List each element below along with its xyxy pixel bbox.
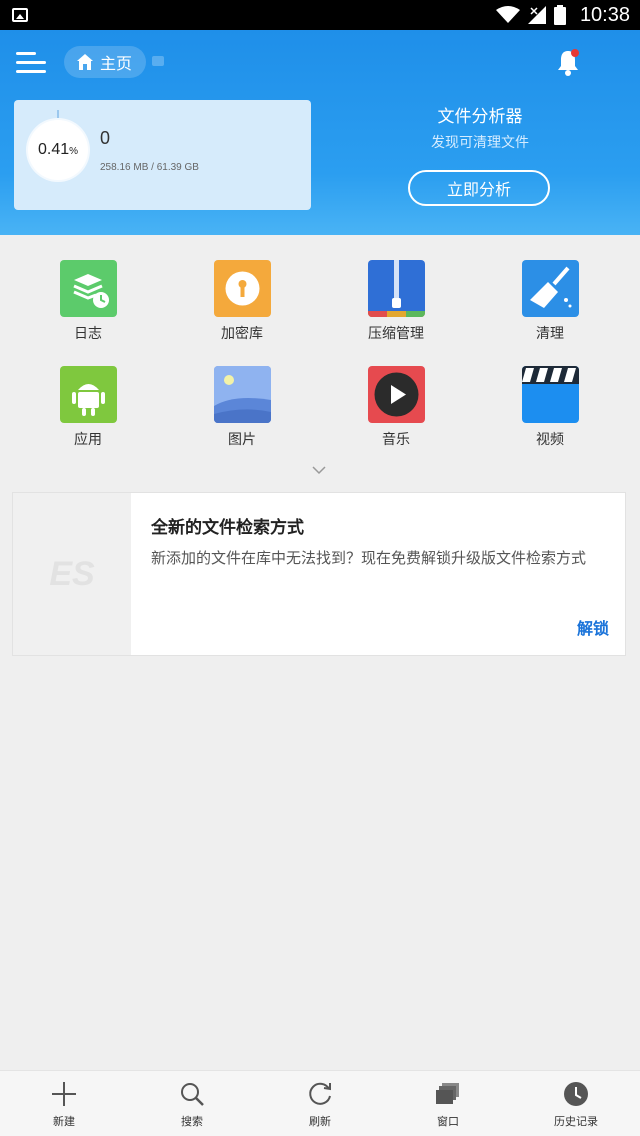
signal-icon [527,6,546,24]
home-label: 主页 [100,54,133,73]
analyzer-title: 文件分析器 [437,107,523,127]
new-label: 新建 [53,1115,75,1128]
home-icon [77,54,93,70]
history-button[interactable]: 历史记录 [512,1071,640,1136]
refresh-button[interactable]: 刷新 [256,1071,384,1136]
status-bar: 10:38 [0,0,640,30]
search-label: 搜索 [181,1115,203,1128]
image-icon [213,366,271,423]
es-logo: ES [49,554,95,593]
refresh-icon [309,1082,331,1105]
search-button[interactable]: 搜索 [128,1071,256,1136]
clapper-icon [521,366,579,423]
windows-icon [436,1083,459,1104]
category-label: 压缩管理 [368,326,424,342]
android-icon [59,366,117,423]
promo-title: 全新的文件检索方式 [151,518,304,538]
unlock-button[interactable]: 解锁 [577,615,609,639]
battery-icon [553,5,566,25]
category-clean[interactable]: 清理 [490,260,610,360]
expand-chevron-icon[interactable] [312,463,326,477]
header: 主页 0.41% 0 258.16 MB / 61.39 GB 文件分析器 发现… [0,30,640,235]
storage-summary-card[interactable]: 0.41% 0 258.16 MB / 61.39 GB [14,100,311,210]
home-breadcrumb[interactable]: 主页 [64,46,147,78]
windows-label: 窗口 [437,1115,459,1128]
storage-usage-ring: 0.41% [28,110,88,180]
new-button[interactable]: 新建 [0,1071,128,1136]
category-label: 日志 [74,326,102,342]
analyzer-subtitle: 发现可清理文件 [431,135,529,151]
analyze-now-button[interactable]: 立即分析 [408,170,550,206]
play-icon [367,366,425,423]
category-images[interactable]: 图片 [182,366,302,466]
refresh-label: 刷新 [309,1115,331,1128]
category-vault[interactable]: 加密库 [182,260,302,360]
category-apps[interactable]: 应用 [28,366,148,466]
status-icons: 10:38 [495,0,630,30]
category-music[interactable]: 音乐 [336,366,456,466]
category-log[interactable]: 日志 [28,260,148,360]
keyhole-icon [213,260,271,317]
menu-icon[interactable] [16,50,48,76]
category-label: 音乐 [382,432,410,448]
category-grid: 日志 加密库 压缩管理 清理 应用 图片 音乐 视频 [0,235,640,485]
category-video[interactable]: 视频 [490,366,610,466]
wifi-icon [495,6,520,23]
category-label: 应用 [74,432,102,448]
gallery-notification-icon [12,8,28,22]
history-label: 历史记录 [554,1115,598,1128]
storage-count: 0 [100,128,111,148]
status-time: 10:38 [579,3,630,26]
category-label: 图片 [228,432,256,448]
search-icon [181,1083,204,1106]
storage-percent-unit: % [69,146,79,157]
windows-button[interactable]: 窗口 [384,1071,512,1136]
storage-size: 258.16 MB / 61.39 GB [100,162,199,173]
category-label: 加密库 [221,326,263,342]
notification-bell-icon[interactable] [555,48,581,76]
breadcrumb-tail [152,56,164,66]
category-compress[interactable]: 压缩管理 [336,260,456,360]
category-label: 视频 [536,432,564,448]
history-icon [564,1082,588,1106]
plus-icon [52,1082,76,1106]
promo-description: 新添加的文件在库中无法找到？现在免费解锁升级版文件检索方式 [151,549,587,567]
category-label: 清理 [536,326,564,342]
broom-icon [521,260,579,317]
promo-card: ES 全新的文件检索方式 新添加的文件在库中无法找到？现在免费解锁升级版文件检索… [12,492,626,656]
zip-icon [367,260,425,317]
promo-image: ES [13,493,131,655]
log-icon [59,260,117,317]
bottom-toolbar: 新建 搜索 刷新 窗口 历史记录 [0,1070,640,1136]
storage-percent: 0.41 [37,141,70,158]
